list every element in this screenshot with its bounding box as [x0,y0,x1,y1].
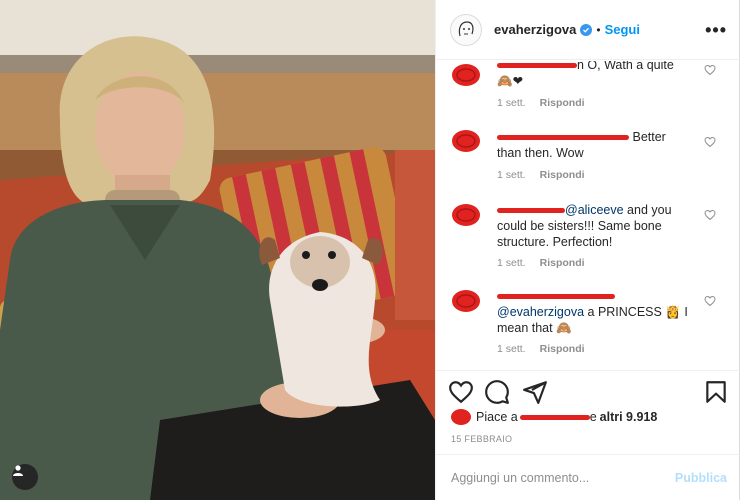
comment-like-heart-icon[interactable] [704,295,716,307]
avatar-sketch-icon [458,20,474,36]
redacted-username [497,208,565,214]
comment-mention[interactable]: @aliceeve [565,203,624,217]
reply-button[interactable]: Rispondi [540,169,585,181]
comment-mention[interactable]: @evaherzigova [497,305,584,319]
comments-list[interactable]: n O, Wath a quite 🙈❤ 1 sett. Rispondi Bet… [436,61,740,369]
commenter-avatar-redacted[interactable] [450,61,482,89]
more-options-icon[interactable]: ••• [705,20,727,41]
commenter-avatar-redacted[interactable] [450,201,482,229]
author-username[interactable]: evaherzigova [494,22,576,37]
post-photo[interactable] [0,0,435,500]
redacted-username [497,63,577,69]
likes-count[interactable]: altri 9.918 [600,410,658,424]
post-comment-button[interactable]: Pubblica [675,471,727,485]
comment-meta: 1 sett. Rispondi [497,257,585,269]
post-side-panel: evaherzigova • Segui ••• n O, Wath a qui… [435,0,740,500]
redacted-liker-name [519,414,590,420]
commenter-avatar-redacted[interactable] [450,287,482,315]
verified-icon [580,23,593,36]
likes-prefix: Piace a [476,410,518,424]
bookmark-icon[interactable] [703,379,729,405]
comment-emoji: 🙈❤ [497,74,524,88]
post-date[interactable]: 15 FEBBRAIO [451,434,512,444]
comment-time: 1 sett. [497,97,526,109]
comment-time: 1 sett. [497,343,526,355]
comment-icon[interactable] [484,379,510,405]
share-icon[interactable] [522,379,548,405]
redacted-username [497,294,615,300]
comment-meta: 1 sett. Rispondi [497,343,585,355]
add-comment-bar: Aggiungi un commento... Pubblica [436,454,740,500]
tag-person-button[interactable] [12,464,38,490]
comment-time: 1 sett. [497,169,526,181]
comment-text: n O, Wath a quite 🙈❤ [497,61,674,88]
comment-like-heart-icon[interactable] [704,136,716,148]
comment-text: Better than then. Wow [497,130,666,160]
photo-illustration [0,0,435,500]
reply-button[interactable]: Rispondi [540,343,585,355]
comment-time: 1 sett. [497,257,526,269]
reply-button[interactable]: Rispondi [540,97,585,109]
comment-text: @aliceeve and you could be sisters!!! Sa… [497,203,672,249]
comment-like-heart-icon[interactable] [704,64,716,76]
likes-middle: e [589,410,597,424]
heart-icon[interactable] [448,379,474,405]
likes-summary[interactable]: Piace a e altri 9.918 [450,408,657,426]
post-header: evaherzigova • Segui ••• [436,0,740,60]
liker-avatar-redacted [451,409,471,425]
follow-button[interactable]: Segui [605,22,640,37]
comment-input[interactable]: Aggiungi un commento... [451,471,589,485]
header-separator: • [596,22,601,37]
commenter-avatar-redacted[interactable] [450,127,482,155]
reply-button[interactable]: Rispondi [540,257,585,269]
comment-text: @evaherzigova a PRINCESS 👸 I mean that 🙈 [497,288,702,336]
tag-person-icon [13,465,23,476]
author-avatar[interactable] [450,13,482,46]
comment-meta: 1 sett. Rispondi [497,97,585,109]
comment-meta: 1 sett. Rispondi [497,169,585,181]
redacted-username [497,135,629,141]
comment-like-heart-icon[interactable] [704,209,716,221]
